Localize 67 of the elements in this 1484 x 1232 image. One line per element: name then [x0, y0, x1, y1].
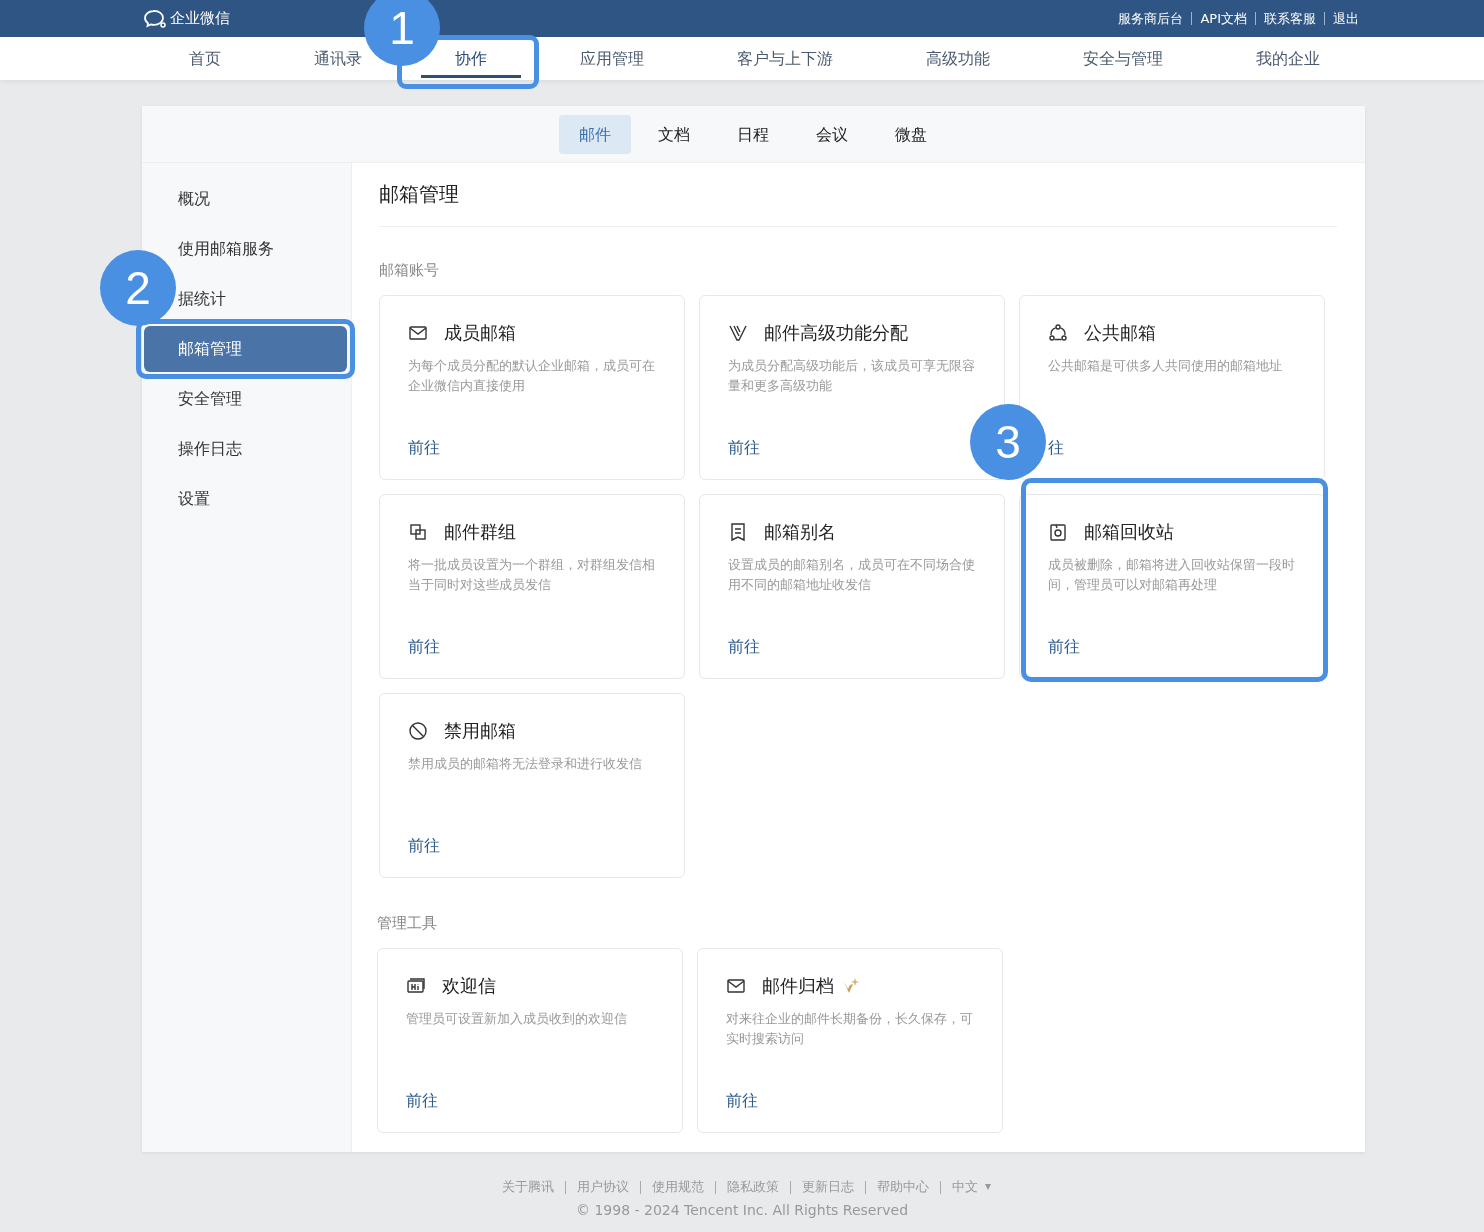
hi-card-icon: [406, 976, 426, 996]
sub-tab[interactable]: 文档: [638, 114, 710, 154]
nav-tab[interactable]: 安全与管理: [1083, 45, 1163, 72]
copyright-text: © 1998 - 2024 Tencent Inc. All Rights Reserved: [574, 1202, 910, 1218]
sidebar-item[interactable]: 设置: [178, 479, 210, 519]
nav-tab[interactable]: 高级功能: [926, 45, 990, 72]
go-link[interactable]: 前往: [408, 438, 440, 457]
card-title: 禁用邮箱: [444, 719, 516, 743]
top-link[interactable]: API文档: [1192, 9, 1255, 28]
go-link[interactable]: 前往: [1048, 637, 1080, 656]
sub-tab[interactable]: 邮件: [559, 114, 631, 154]
go-link[interactable]: 前往: [408, 637, 440, 656]
nav-tab[interactable]: 首页: [189, 45, 221, 72]
card-description: 对来往企业的邮件长期备份，长久保存，可实时搜索访问: [726, 1010, 974, 1048]
card-title: 邮箱别名: [764, 520, 836, 544]
document-icon: [728, 522, 748, 542]
callout-badge: 2: [100, 250, 176, 326]
card-description: 公共邮箱是可供多人共同使用的邮箱地址: [1048, 357, 1283, 375]
go-link[interactable]: 前往: [726, 1091, 758, 1110]
chat-bubble-icon: [143, 8, 167, 29]
sub-tab[interactable]: 会议: [796, 114, 868, 154]
nav-tab[interactable]: 通讯录: [314, 45, 362, 72]
callout-badge: 1: [364, 0, 440, 66]
card-title: 邮件高级功能分配: [764, 321, 908, 345]
sidebar-item[interactable]: 安全管理: [178, 379, 242, 419]
cycle-icon: [1048, 323, 1068, 343]
section-title: 邮箱账号: [379, 261, 440, 280]
nav-tab[interactable]: 客户与上下游: [737, 45, 833, 72]
sidebar-item[interactable]: 据统计: [178, 279, 226, 319]
bin-icon: [1048, 522, 1068, 542]
top-link[interactable]: 联系客服: [1256, 9, 1324, 28]
envelope-icon: [726, 976, 746, 996]
go-link[interactable]: 前往: [728, 637, 760, 656]
sidebar-item[interactable]: 使用邮箱服务: [178, 229, 274, 269]
nav-tab[interactable]: 协作: [455, 45, 487, 72]
card-title: 邮件群组: [444, 520, 516, 544]
card-title: 邮件归档: [762, 974, 834, 998]
ban-icon: [408, 721, 428, 741]
go-link[interactable]: 前往: [406, 1091, 438, 1110]
sidebar-item[interactable]: 邮箱管理: [144, 326, 347, 372]
card-description: 为成员分配高级功能后，该成员可享无限容量和更多高级功能: [728, 357, 976, 395]
sidebar-item[interactable]: 概况: [178, 179, 210, 219]
sidebar-item[interactable]: 操作日志: [178, 429, 242, 469]
card-title: 欢迎信: [442, 974, 496, 998]
envelope-icon: [408, 323, 428, 343]
section-title: 管理工具: [377, 914, 438, 933]
card-description: 为每个成员分配的默认企业邮箱，成员可在企业微信内直接使用: [408, 357, 656, 395]
logo-text: 企业微信: [170, 9, 230, 28]
card-description: 管理员可设置新加入成员收到的欢迎信: [406, 1010, 628, 1028]
nav-tab[interactable]: 我的企业: [1256, 45, 1320, 72]
caret-icon: [984, 1184, 991, 1190]
card-title: 成员邮箱: [444, 321, 516, 345]
card-title: 邮箱回收站: [1084, 520, 1174, 544]
page-title: 邮箱管理: [379, 181, 459, 208]
top-link[interactable]: 服务商后台: [1110, 9, 1192, 28]
go-link[interactable]: 前往: [408, 836, 440, 855]
go-link[interactable]: 往: [1048, 438, 1064, 457]
nav-tab[interactable]: 应用管理: [580, 45, 644, 72]
go-link[interactable]: 前往: [728, 438, 760, 457]
top-link[interactable]: 退出: [1325, 9, 1367, 28]
copy-icon: [408, 522, 428, 542]
card-title: 公共邮箱: [1084, 321, 1156, 345]
card-description: 禁用成员的邮箱将无法登录和进行收发信: [408, 755, 643, 773]
sub-tab[interactable]: 微盘: [875, 114, 947, 154]
sub-tab[interactable]: 日程: [717, 114, 789, 154]
card-description: 设置成员的邮箱别名，成员可在不同场合使用不同的邮箱地址收发信: [728, 556, 976, 594]
v-logo-icon: [728, 323, 748, 343]
